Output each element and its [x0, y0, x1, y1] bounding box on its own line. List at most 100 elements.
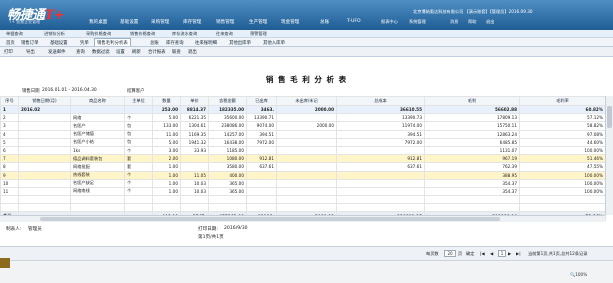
table-row[interactable]: 9 热线套装个 1.00 11.05 400.00 388.95 100.00% [0, 170, 606, 180]
summary-report-button[interactable]: 合计报表 [148, 49, 166, 55]
nav-report-center[interactable]: 报表中心 [381, 19, 398, 25]
table-row[interactable]: 6 1ks 个 3.00 33.93 1185.00 1131.07 100.00% [0, 145, 606, 156]
nav-purchase[interactable]: 采购管理 [151, 19, 169, 25]
table-cell: 56602.88 [424, 104, 520, 115]
nav-ledger[interactable]: 总账 [320, 19, 329, 25]
col-header[interactable]: 毛利率 [519, 96, 606, 106]
tab-other-outbound[interactable]: 其他出库单 [227, 39, 253, 47]
subnav-analysis[interactable]: 进销存分析 [44, 31, 65, 37]
subnav-purchase-price[interactable]: 采购价格查询 [86, 31, 111, 37]
col-header[interactable]: 已出库 [246, 96, 277, 106]
col-header[interactable]: 单价 [180, 96, 209, 106]
table-row[interactable]: 11 网络南线个 1.00 10.03 365.00 354.37 100.00% [0, 186, 606, 197]
nav-sales[interactable]: 销售管理 [216, 19, 234, 25]
horizontal-scrollbar[interactable] [0, 215, 605, 222]
col-header[interactable]: 含税金额 [208, 96, 247, 106]
table-row[interactable] [0, 203, 606, 213]
scroll-thumb[interactable] [40, 217, 500, 221]
tab-home[interactable]: 首页 [4, 39, 17, 47]
page-info: 第1页/共1页 [198, 235, 224, 240]
table-cell [246, 203, 277, 213]
per-page-input[interactable]: 20 [444, 250, 456, 257]
next-page-icon[interactable]: ▶ [508, 251, 511, 256]
subnav-stock-flow[interactable]: 库存流水查询 [172, 31, 197, 37]
table-cell: 10.03 [180, 178, 209, 188]
table-cell [18, 195, 71, 205]
tab-stock-query[interactable]: 库存查询 [164, 39, 186, 47]
refresh-button[interactable]: 刷新 [132, 49, 141, 55]
tab-vouchers[interactable]: 凭单 [78, 39, 91, 47]
col-header[interactable]: 序号 [0, 96, 19, 106]
subnav-doc-query[interactable]: 单据查询 [6, 31, 23, 37]
tab-other-inbound[interactable]: 其他入库单 [261, 39, 287, 47]
table-cell: 133.00 [152, 121, 181, 131]
table-row[interactable]: 1 2016.02 253.00 8814.37 182335.00 3463. 2000.… [0, 104, 606, 115]
subnav-sales-price[interactable]: 销售价格查询 [130, 31, 155, 37]
table-cell: 354.37 [424, 178, 520, 188]
nav-production[interactable]: 生产管理 [249, 19, 267, 25]
nav-cash[interactable]: 现金管理 [281, 19, 299, 25]
subnav-ar-query[interactable]: 往来查询 [216, 31, 233, 37]
col-header[interactable]: 商品名称 [70, 96, 125, 106]
first-page-icon[interactable]: |◀ [480, 251, 485, 256]
col-header[interactable]: 数量 [152, 96, 181, 106]
col-header[interactable]: 销售日期(月) [18, 96, 71, 106]
link-help[interactable]: 帮助 [468, 19, 476, 25]
table-row[interactable] [0, 195, 606, 205]
table-cell [276, 178, 337, 188]
tab-sales-order[interactable]: 销售订单 [19, 39, 41, 47]
table-row[interactable]: 7 德品调料套装包套 2.00 1080.00 912.81 912.81 967.19 51… [0, 154, 606, 164]
nav-desktop[interactable]: 我的桌面 [89, 19, 107, 25]
table-cell: 8 [0, 162, 19, 172]
pagination-bar: 每页数 20 页 确定 |◀ ◀ 1 ▶ ▶| 当前第1页,共1页,总共12条记… [0, 246, 613, 260]
scroll-thumb[interactable] [607, 106, 612, 128]
table-cell [424, 195, 520, 205]
exit-button[interactable]: 退出 [188, 49, 197, 55]
filter-button[interactable]: 数据过滤 [92, 49, 110, 55]
star-icon[interactable] [0, 258, 10, 268]
table-row[interactable]: 8 网络批配套 1.00 3580.00 637.61 637.61 762.39 47.55… [0, 162, 606, 172]
print-button[interactable]: 打印 [4, 49, 13, 55]
drilldown-button[interactable]: 联查 [172, 49, 181, 55]
query-button[interactable]: 查询 [76, 49, 85, 55]
col-header[interactable]: 主单位 [124, 96, 153, 106]
table-row[interactable]: 2 网络个 5.00 6221.35 35600.00 13390.71 13390.73 1… [0, 113, 606, 123]
pager-summary: 当前第1页,共1页,总共12条记录 [528, 251, 588, 256]
table-row[interactable]: 4 名医产储值包 11.00 1169.35 14257.00 394.51 394.51 1… [0, 129, 606, 139]
nav-basic-settings[interactable]: 基础设置 [120, 19, 138, 25]
send-email-button[interactable]: 发送邮件 [48, 49, 66, 55]
link-messages[interactable]: 消息 [450, 19, 458, 25]
table-row[interactable]: 3 名医产包 133.00 1304.61 238086.00 9074.00 2000.0… [0, 121, 606, 131]
tab-basic-settings[interactable]: 基础设置 [48, 39, 70, 47]
subnav-alerts[interactable]: 预警管理 [250, 31, 267, 37]
table-row[interactable]: 10 名医产缺足个 1.00 10.03 365.00 354.37 100.00% [0, 178, 606, 188]
tab-ledger[interactable]: 总账 [148, 39, 161, 47]
settings-button[interactable]: 设置 [116, 49, 125, 55]
tab-sales-margin-report[interactable]: 销售毛利分析表 [94, 38, 131, 46]
vertical-scrollbar[interactable] [605, 96, 613, 215]
secondary-nav: 单据查询 进销存分析 采购价格查询 销售价格查询 库存流水查询 往来查询 预警管… [0, 30, 613, 38]
col-header[interactable]: 毛利 [424, 96, 520, 106]
col-header[interactable]: 总成本 [336, 96, 425, 106]
goto-button[interactable]: 确定 [466, 251, 474, 257]
tab-ar-detail[interactable]: 往来账明细 [193, 39, 219, 47]
last-page-icon[interactable]: ▶| [516, 251, 521, 256]
table-cell [246, 186, 277, 197]
table-cell [276, 203, 337, 213]
table-row[interactable]: 5 名医产小结包 5.00 1941.32 16438.00 7972.00 7972.00… [0, 137, 606, 147]
link-logout[interactable]: 退出 [486, 19, 494, 25]
table-cell: 网络南线 [70, 186, 125, 197]
current-page-input[interactable]: 1 [498, 250, 506, 257]
table-cell: 2.00 [152, 154, 181, 164]
nav-system[interactable]: 系统管理 [409, 19, 426, 25]
table-cell: 7972.00 [336, 137, 425, 147]
table-cell: 1 [0, 104, 19, 115]
zoom-level[interactable]: 🔍100% [570, 272, 587, 278]
nav-inventory[interactable]: 库存管理 [183, 19, 201, 25]
toolbar: 打印 导出 发送邮件 查询 数据过滤 设置 刷新 合计报表 联查 退出 [0, 47, 613, 57]
prev-page-icon[interactable]: ◀ [490, 251, 493, 256]
export-button[interactable]: 导出 [26, 49, 35, 55]
col-header[interactable]: 未出库/未记 [276, 96, 337, 106]
table-cell: 253.00 [152, 104, 181, 115]
nav-tufo[interactable]: T-UFO [347, 19, 361, 24]
